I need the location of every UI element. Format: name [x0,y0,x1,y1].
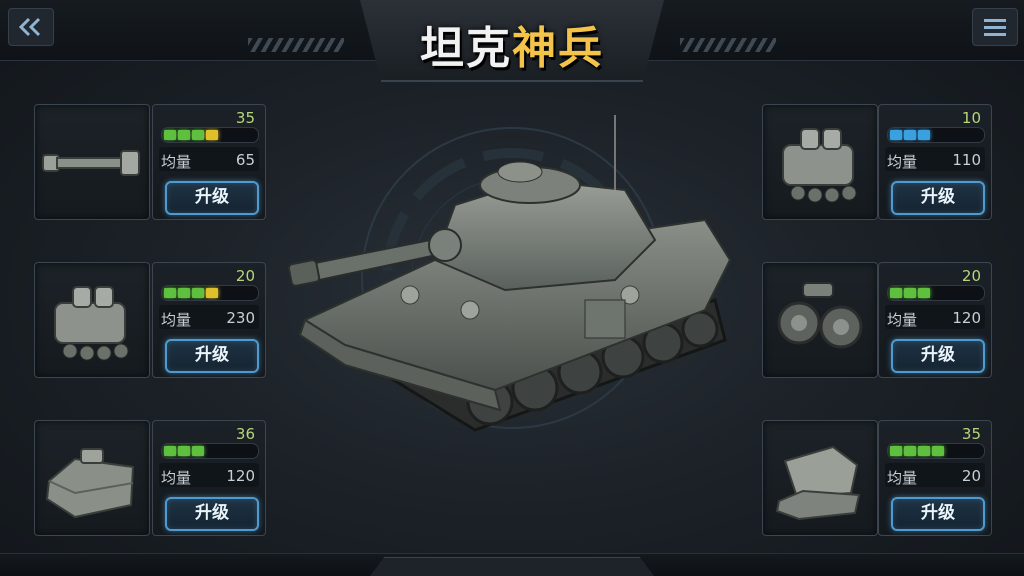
progress-fill [888,128,984,142]
progress-fill [162,286,258,300]
track-wheels-icon [777,282,863,349]
part-slot-armor[interactable] [34,420,150,536]
stat-value: 230 [226,309,255,327]
stat-label: 均量 [161,311,192,329]
part-slot-engine[interactable] [34,262,150,378]
stat-label: 均量 [887,469,918,487]
stat-value: 20 [961,467,981,485]
part-info-engine: 20 均量 230 升级 [152,262,266,378]
title-part-2: 神兵 [512,23,604,74]
progress-segment [178,288,190,298]
progress-segment [890,446,902,456]
back-button[interactable] [8,8,54,46]
decor-stripes-right [680,38,776,52]
hamburger-menu-icon [984,19,1006,36]
upgrade-button[interactable]: 升级 [165,339,259,373]
progress-bar [887,443,985,459]
stat-value: 120 [226,467,255,485]
level-number: 35 [961,425,981,443]
stat-label: 均量 [887,311,918,329]
progress-segment [164,288,176,298]
stat-value: 120 [952,309,981,327]
progress-segment [890,130,902,140]
level-number: 35 [235,109,255,127]
progress-segment [178,130,190,140]
level-number: 20 [235,267,255,285]
upgrade-button[interactable]: 升级 [891,497,985,531]
progress-fill [888,444,984,458]
progress-bar [887,127,985,143]
part-slot-cannon[interactable] [34,104,150,220]
part-info-cannon: 35 均量 65 升级 [152,104,266,220]
progress-segment [192,446,204,456]
progress-bar [887,285,985,301]
game-title: 坦克神兵 [360,12,664,74]
part-slot-turret-armor[interactable] [762,420,878,536]
part-info-armor: 36 均量 120 升级 [152,420,266,536]
progress-bar [161,285,259,301]
stat-value: 110 [952,151,981,169]
progress-fill [162,444,258,458]
cannon-barrel-icon [42,150,140,176]
progress-bar [161,443,259,459]
decor-stripes-left [248,38,344,52]
upgrade-button[interactable]: 升级 [891,339,985,373]
stat-label: 均量 [161,153,192,171]
progress-segment [932,446,944,456]
engine-icon [54,286,129,361]
part-info-engine-right: 10 均量 110 升级 [878,104,992,220]
part-info-turret-armor: 35 均量 20 升级 [878,420,992,536]
level-number: 10 [961,109,981,127]
level-number: 20 [961,267,981,285]
progress-segment [178,446,190,456]
bottom-plate [370,557,654,576]
engine-icon [782,128,857,203]
upgrade-button[interactable]: 升级 [165,181,259,215]
progress-segment [918,130,930,140]
progress-segment [206,130,218,140]
title-part-1: 坦克 [420,23,512,74]
menu-button[interactable] [972,8,1018,46]
upgrade-button[interactable]: 升级 [165,497,259,531]
part-info-tracks: 20 均量 120 升级 [878,262,992,378]
progress-segment [904,446,916,456]
double-chevron-left-icon [18,17,41,37]
progress-segment [918,446,930,456]
progress-segment [164,130,176,140]
part-slot-engine-right[interactable] [762,104,878,220]
part-slot-tracks[interactable] [762,262,878,378]
progress-segment [192,130,204,140]
tank-image [287,115,732,432]
upgrade-button[interactable]: 升级 [891,181,985,215]
progress-segment [904,130,916,140]
progress-bar [161,127,259,143]
progress-fill [162,128,258,142]
stat-label: 均量 [887,153,918,171]
progress-segment [206,288,218,298]
progress-segment [192,288,204,298]
progress-segment [164,446,176,456]
armor-plate-icon [45,448,135,519]
stat-value: 65 [235,151,255,169]
progress-segment [904,288,916,298]
progress-segment [890,288,902,298]
progress-segment [918,288,930,298]
level-number: 36 [235,425,255,443]
progress-fill [888,286,984,300]
stat-label: 均量 [161,469,192,487]
turret-armor-icon [775,445,861,521]
